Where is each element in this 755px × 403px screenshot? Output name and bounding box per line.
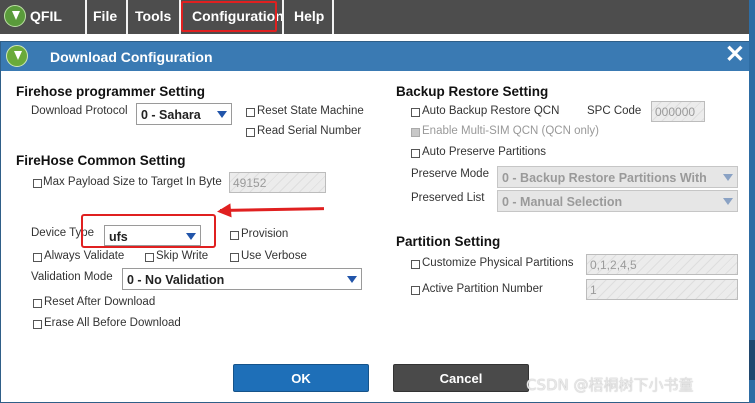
download-config-icon xyxy=(6,45,28,67)
ok-button[interactable]: OK xyxy=(233,364,369,392)
enable-multi-sim-label: Enable Multi-SIM QCN (QCN only) xyxy=(422,125,600,137)
cancel-button[interactable]: Cancel xyxy=(393,364,529,392)
dialog-title: Download Configuration xyxy=(50,49,213,65)
menu-separator xyxy=(282,0,284,34)
download-protocol-label: Download Protocol xyxy=(31,105,128,117)
menu-file[interactable]: File xyxy=(93,8,117,24)
use-verbose-label: Use Verbose xyxy=(241,250,307,262)
dropdown-arrow-icon xyxy=(723,198,733,205)
menu-separator xyxy=(126,0,128,34)
use-verbose-checkbox[interactable] xyxy=(230,253,239,262)
provision-label: Provision xyxy=(241,228,289,240)
physical-partitions-input[interactable]: 0,1,2,4,5 xyxy=(586,254,738,275)
max-payload-input[interactable]: 49152 xyxy=(229,172,326,193)
device-type-highlight-annotation xyxy=(81,214,216,248)
validation-mode-dropdown[interactable]: 0 - No Validation xyxy=(122,268,362,290)
active-partition-number-label: Active Partition Number xyxy=(422,283,543,295)
backup-restore-heading: Backup Restore Setting xyxy=(396,84,549,99)
watermark: CSDN @梧桐树下小书童 xyxy=(526,376,694,394)
max-payload-value: 49152 xyxy=(233,176,267,190)
preserve-mode-label: Preserve Mode xyxy=(411,168,489,180)
background-window-edge-dark xyxy=(749,340,755,380)
firehose-programmer-heading: Firehose programmer Setting xyxy=(16,84,206,99)
skip-write-checkbox[interactable] xyxy=(145,253,154,262)
download-protocol-dropdown[interactable]: 0 - Sahara xyxy=(136,103,232,125)
physical-partitions-value: 0,1,2,4,5 xyxy=(590,258,637,272)
validation-mode-label: Validation Mode xyxy=(31,271,113,283)
configuration-highlight-annotation xyxy=(181,1,277,32)
preserve-mode-dropdown[interactable]: 0 - Backup Restore Partitions With xyxy=(497,166,738,188)
dropdown-arrow-icon xyxy=(217,111,227,118)
customize-physical-partitions-label: Customize Physical Partitions xyxy=(422,257,574,269)
reset-state-machine-label: Reset State Machine xyxy=(257,105,364,117)
preserved-list-value: 0 - Manual Selection xyxy=(502,195,623,209)
auto-preserve-partitions-checkbox[interactable] xyxy=(411,149,420,158)
dialog-title-bar: Download Configuration ✕ xyxy=(1,42,751,71)
active-partition-number-checkbox[interactable] xyxy=(411,286,420,295)
preserved-list-label: Preserved List xyxy=(411,192,485,204)
always-validate-checkbox[interactable] xyxy=(33,253,42,262)
dropdown-arrow-icon xyxy=(347,276,357,283)
auto-preserve-partitions-label: Auto Preserve Partitions xyxy=(422,146,547,158)
erase-all-before-download-label: Erase All Before Download xyxy=(44,317,181,329)
spc-code-value: 000000 xyxy=(655,105,696,119)
read-serial-number-checkbox[interactable] xyxy=(246,128,255,137)
qfil-logo-icon xyxy=(4,5,26,27)
active-partition-input[interactable]: 1 xyxy=(586,279,738,300)
spc-code-label: SPC Code xyxy=(587,105,642,117)
auto-backup-restore-qcn-checkbox[interactable] xyxy=(411,108,420,117)
always-validate-label: Always Validate xyxy=(44,250,125,262)
max-payload-checkbox[interactable] xyxy=(33,179,42,188)
max-payload-label: Max Payload Size to Target In Byte xyxy=(43,176,222,188)
reset-state-machine-checkbox[interactable] xyxy=(246,108,255,117)
menu-help[interactable]: Help xyxy=(294,8,324,24)
auto-backup-restore-qcn-label: Auto Backup Restore QCN xyxy=(422,105,560,117)
annotation-arrow-head-icon xyxy=(216,203,232,219)
active-partition-value: 1 xyxy=(590,283,597,297)
preserved-list-dropdown[interactable]: 0 - Manual Selection xyxy=(497,190,738,212)
reset-after-download-label: Reset After Download xyxy=(44,296,156,308)
preserve-mode-value: 0 - Backup Restore Partitions With xyxy=(502,171,707,185)
skip-write-label: Skip Write xyxy=(156,250,209,262)
menu-separator xyxy=(85,0,87,34)
menu-separator xyxy=(332,0,334,34)
enable-multi-sim-checkbox[interactable] xyxy=(411,128,420,137)
spc-code-input[interactable]: 000000 xyxy=(651,101,705,122)
erase-all-before-download-checkbox[interactable] xyxy=(33,320,42,329)
menu-bar: QFIL File Tools Configuration Help xyxy=(0,0,755,34)
reset-after-download-checkbox[interactable] xyxy=(33,299,42,308)
menu-tools[interactable]: Tools xyxy=(135,8,171,24)
read-serial-number-label: Read Serial Number xyxy=(257,125,362,137)
firehose-common-heading: FireHose Common Setting xyxy=(16,153,186,168)
provision-checkbox[interactable] xyxy=(230,231,239,240)
download-protocol-value: 0 - Sahara xyxy=(141,108,201,122)
customize-physical-partitions-checkbox[interactable] xyxy=(411,260,420,269)
dropdown-arrow-icon xyxy=(723,174,733,181)
partition-heading: Partition Setting xyxy=(396,234,501,249)
validation-mode-value: 0 - No Validation xyxy=(127,273,225,287)
close-icon[interactable]: ✕ xyxy=(725,43,745,67)
app-title: QFIL xyxy=(30,8,62,24)
